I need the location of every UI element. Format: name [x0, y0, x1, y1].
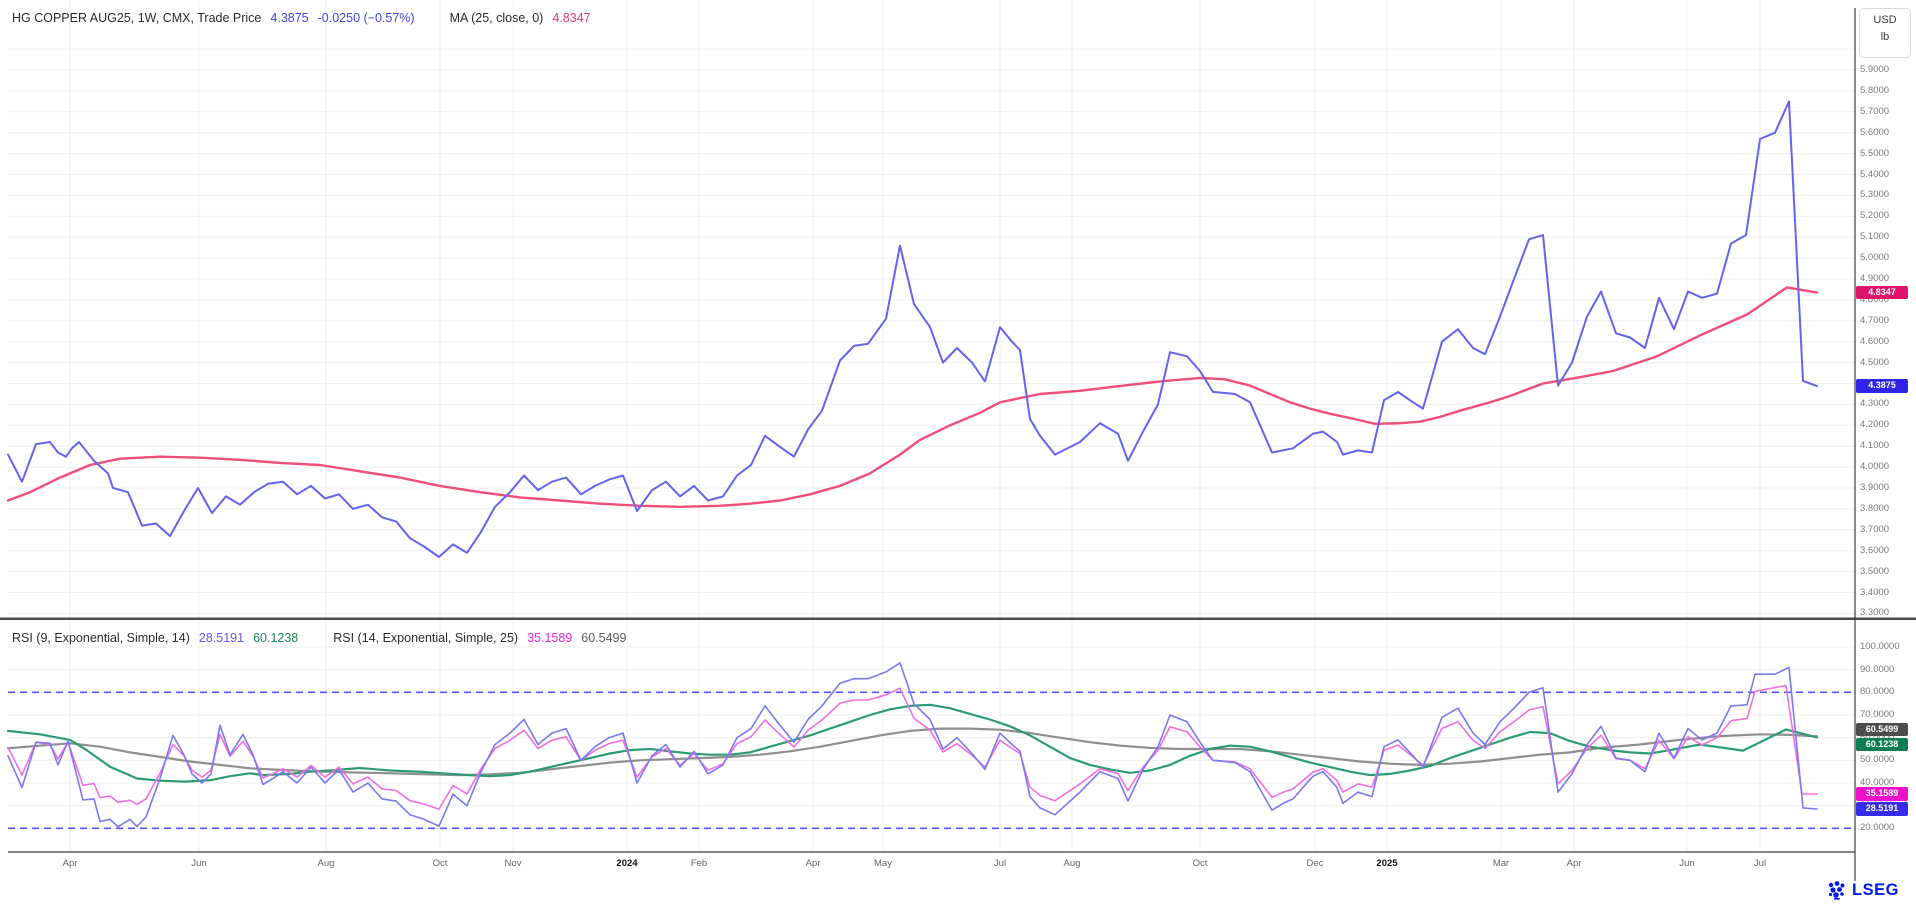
x-axis-label: Aug: [318, 858, 335, 869]
price-axis-tick: 3.9000: [1860, 483, 1889, 493]
price-axis-tick: 3.8000: [1860, 504, 1889, 514]
price-axis-tick: 5.0000: [1860, 253, 1889, 263]
x-axis-label: Feb: [691, 858, 707, 869]
rsi-axis-tick: 90.0000: [1860, 665, 1894, 675]
lseg-crest-icon: [1826, 879, 1848, 901]
x-axis-label: Oct: [433, 858, 448, 869]
rsi9-avg-badge: 60.1238: [1856, 738, 1908, 752]
axis-unit-box[interactable]: USD lb: [1859, 8, 1911, 58]
ma-legend-label[interactable]: MA (25, close, 0): [450, 11, 544, 25]
rsi14-badge: 35.1589: [1856, 787, 1908, 801]
price-legend: HG COPPER AUG25, 1W, CMX, Trade Price 4.…: [12, 11, 600, 25]
pane-separator: [0, 618, 1916, 621]
price-axis-tick: 4.3000: [1860, 399, 1889, 409]
x-axis-label: Dec: [1307, 858, 1324, 869]
price-axis-tick: 5.5000: [1860, 149, 1889, 159]
rsi14-legend-value: 35.1589: [527, 631, 572, 645]
chart-app: HG COPPER AUG25, 1W, CMX, Trade Price 4.…: [0, 0, 1916, 905]
price-axis-tick: 4.7000: [1860, 316, 1889, 326]
price-axis-tick: 3.3000: [1860, 608, 1889, 618]
rsi9-avg-legend-value: 60.1238: [253, 631, 298, 645]
x-axis-label: Jul: [1754, 858, 1766, 869]
x-axis-label: Jun: [1679, 858, 1694, 869]
ma-value-badge: 4.8347: [1856, 286, 1908, 300]
rsi-legend: RSI (9, Exponential, Simple, 14) 28.5191…: [12, 631, 635, 645]
rsi-axis-tick: 100.0000: [1860, 642, 1900, 652]
axis-unit-bottom: lb: [1860, 31, 1910, 43]
price-axis-tick: 5.8000: [1860, 86, 1889, 96]
rsi9-legend-label[interactable]: RSI (9, Exponential, Simple, 14): [12, 631, 190, 645]
rsi-axis-tick: 50.0000: [1860, 755, 1894, 765]
rsi-axis-tick: 70.0000: [1860, 710, 1894, 720]
price-axis-tick: 4.6000: [1860, 337, 1889, 347]
rsi14-legend-label[interactable]: RSI (14, Exponential, Simple, 25): [333, 631, 518, 645]
x-axis-label: 2024: [616, 858, 637, 869]
x-axis-label: Apr: [806, 858, 821, 869]
rsi-axis-tick: 20.0000: [1860, 823, 1894, 833]
chart-canvas[interactable]: [0, 0, 1916, 905]
axis-unit-top: USD: [1860, 14, 1910, 26]
price-axis-tick: 5.4000: [1860, 170, 1889, 180]
price-axis-tick: 3.7000: [1860, 525, 1889, 535]
ma-legend-value: 4.8347: [552, 11, 590, 25]
x-axis-label: Oct: [1193, 858, 1208, 869]
price-axis-tick: 5.1000: [1860, 232, 1889, 242]
last-price-badge: 4.3875: [1856, 379, 1908, 393]
price-axis-tick: 5.7000: [1860, 107, 1889, 117]
price-axis-tick: 4.1000: [1860, 441, 1889, 451]
price-axis-tick: 3.6000: [1860, 546, 1889, 556]
price-axis-tick: 4.0000: [1860, 462, 1889, 472]
price-axis-tick: 3.5000: [1860, 567, 1889, 577]
x-axis-label: Apr: [63, 858, 78, 869]
rsi-axis-tick: 80.0000: [1860, 687, 1894, 697]
rsi14-avg-badge: 60.5499: [1856, 723, 1908, 737]
x-axis-label: Jun: [191, 858, 206, 869]
x-axis-label: Apr: [1567, 858, 1582, 869]
trade_price-line: [8, 101, 1817, 557]
last-price-value: 4.3875: [270, 11, 308, 25]
x-axis-label: Jul: [994, 858, 1006, 869]
rsi9-legend-value: 28.5191: [199, 631, 244, 645]
price-axis-tick: 5.2000: [1860, 211, 1889, 221]
rsi14_avg-line: [8, 729, 1817, 776]
price-axis-tick: 4.9000: [1860, 274, 1889, 284]
x-axis-label: Aug: [1064, 858, 1081, 869]
x-axis-label: May: [874, 858, 892, 869]
x-axis-label: 2025: [1376, 858, 1397, 869]
price-axis-tick: 5.6000: [1860, 128, 1889, 138]
x-axis-label: Nov: [505, 858, 522, 869]
lseg-logo-text: LSEG: [1852, 881, 1899, 900]
x-axis-label: Mar: [1493, 858, 1509, 869]
price-axis-tick: 5.9000: [1860, 65, 1889, 75]
lseg-logo: LSEG: [1826, 879, 1899, 901]
price-axis-tick: 3.4000: [1860, 588, 1889, 598]
price-axis-tick: 4.5000: [1860, 358, 1889, 368]
price-change-value: -0.0250 (−0.57%): [318, 11, 415, 25]
rsi9-badge: 28.5191: [1856, 802, 1908, 816]
price-axis-tick: 5.3000: [1860, 190, 1889, 200]
instrument-title[interactable]: HG COPPER AUG25, 1W, CMX, Trade Price: [12, 11, 261, 25]
rsi9-line: [8, 663, 1817, 827]
rsi14-avg-legend-value: 60.5499: [581, 631, 626, 645]
price-axis-tick: 4.2000: [1860, 420, 1889, 430]
